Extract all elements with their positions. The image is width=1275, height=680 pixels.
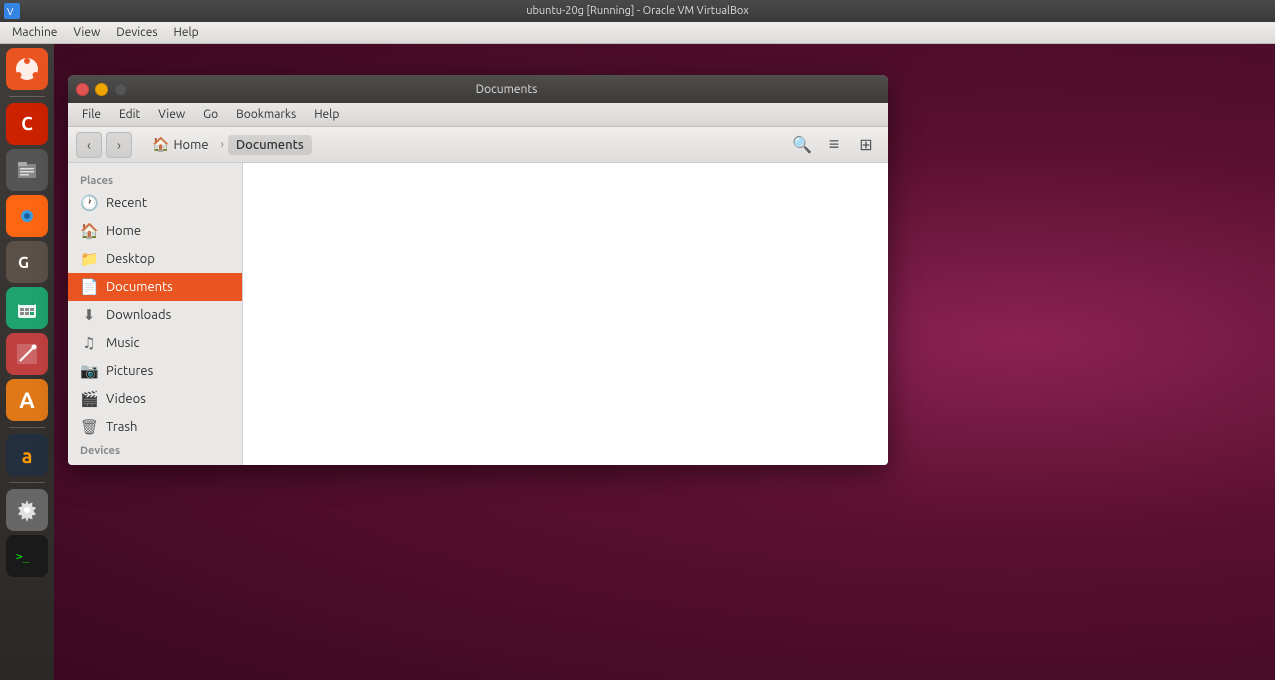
taskbar-icon-texteditor[interactable]: A — [6, 379, 48, 421]
videos-icon: 🎬 — [80, 390, 98, 408]
main-content: Places 🕐 Recent 🏠 Home 📁 Desktop 📄 Docum… — [68, 163, 888, 465]
music-label: Music — [106, 336, 140, 350]
nautilus-menu-go[interactable]: Go — [195, 106, 226, 123]
window-maximize-button[interactable] — [114, 83, 127, 96]
taskbar: C G — [0, 44, 54, 680]
desktop-label: Desktop — [106, 252, 155, 266]
documents-icon: 📄 — [80, 278, 98, 296]
toolbar-actions: 🔍 ≡ ⊞ — [788, 131, 880, 159]
sidebar-item-desktop[interactable]: 📁 Desktop — [68, 245, 242, 273]
window-minimize-button[interactable] — [95, 83, 108, 96]
svg-text:>_: >_ — [16, 550, 30, 563]
places-section-label: Places — [68, 171, 242, 189]
grid-view-button[interactable]: ⊞ — [852, 131, 880, 159]
sidebar-item-vboxadditions[interactable]: 💿 VBOXADDITIO... ⏏ — [68, 459, 242, 465]
nautilus-menu-help[interactable]: Help — [306, 106, 347, 123]
taskbar-icon-draw[interactable] — [6, 333, 48, 375]
vbox-menu-devices[interactable]: Devices — [108, 24, 165, 41]
taskbar-divider-2 — [9, 427, 45, 428]
breadcrumb-documents[interactable]: Documents — [228, 135, 312, 155]
sidebar-item-music[interactable]: ♫ Music — [68, 329, 242, 357]
trash-icon: 🗑 — [80, 418, 98, 436]
sidebar-item-trash[interactable]: 🗑 Trash — [68, 413, 242, 441]
svg-text:V: V — [7, 6, 14, 17]
search-icon: 🔍 — [792, 135, 812, 155]
grid-view-icon: ⊞ — [859, 135, 872, 155]
taskbar-divider-3 — [9, 482, 45, 483]
vbox-menu-machine[interactable]: Machine — [4, 24, 65, 41]
recent-label: Recent — [106, 196, 147, 210]
taskbar-icon-ubuntu[interactable] — [6, 48, 48, 90]
sidebar-item-downloads[interactable]: ⬇ Downloads — [68, 301, 242, 329]
recent-icon: 🕐 — [80, 194, 98, 212]
downloads-label: Downloads — [106, 308, 171, 322]
window-title-text: Documents — [133, 83, 880, 96]
taskbar-divider-1 — [9, 96, 45, 97]
sidebar-item-videos[interactable]: 🎬 Videos — [68, 385, 242, 413]
nautilus-menu-file[interactable]: File — [74, 106, 109, 123]
breadcrumb-home[interactable]: 🏠 Home — [144, 133, 217, 156]
nautilus-menu-bookmarks[interactable]: Bookmarks — [228, 106, 304, 123]
window-titlebar: Documents — [68, 75, 888, 103]
pictures-label: Pictures — [106, 364, 153, 378]
taskbar-icon-amazon[interactable]: a — [6, 434, 48, 476]
virtualbox-titlebar: V ubuntu-20g [Running] - Oracle VM Virtu… — [0, 0, 1275, 22]
taskbar-icon-settings[interactable] — [6, 489, 48, 531]
taskbar-icon-terminal[interactable]: >_ — [6, 535, 48, 577]
home-label: Home — [173, 138, 208, 152]
virtualbox-menubar: Machine View Devices Help — [0, 22, 1275, 44]
sidebar-item-pictures[interactable]: 📷 Pictures — [68, 357, 242, 385]
toolbar: ‹ › 🏠 Home › Documents 🔍 ≡ ⊞ — [68, 127, 888, 163]
forward-icon: › — [117, 137, 121, 153]
nautilus-menubar: File Edit View Go Bookmarks Help — [68, 103, 888, 127]
home-sidebar-icon: 🏠 — [80, 222, 98, 240]
nautilus-menu-view[interactable]: View — [150, 106, 193, 123]
breadcrumb: 🏠 Home › Documents — [136, 133, 784, 156]
documents-label: Documents — [236, 138, 304, 152]
desktop-icon: 📁 — [80, 250, 98, 268]
sidebar-item-documents[interactable]: 📄 Documents — [68, 273, 242, 301]
pictures-icon: 📷 — [80, 362, 98, 380]
taskbar-icon-clamav[interactable]: C — [6, 103, 48, 145]
taskbar-icon-gimp[interactable]: G — [6, 241, 48, 283]
virtualbox-icon: V — [4, 3, 20, 19]
videos-label: Videos — [106, 392, 146, 406]
devices-section-label: Devices — [68, 441, 242, 459]
taskbar-icon-firefox[interactable] — [6, 195, 48, 237]
breadcrumb-separator: › — [221, 138, 224, 151]
sidebar-item-recent[interactable]: 🕐 Recent — [68, 189, 242, 217]
vboxadditions-icon: 💿 — [80, 464, 98, 465]
taskbar-icon-files[interactable] — [6, 149, 48, 191]
file-manager-window: Documents File Edit View Go Bookmarks He… — [68, 75, 888, 465]
home-icon: 🏠 — [152, 136, 169, 153]
svg-text:G: G — [18, 254, 29, 272]
documents-label: Documents — [106, 280, 173, 294]
list-view-icon: ≡ — [829, 134, 840, 155]
forward-button[interactable]: › — [106, 132, 132, 158]
back-icon: ‹ — [87, 137, 91, 153]
sidebar: Places 🕐 Recent 🏠 Home 📁 Desktop 📄 Docum… — [68, 163, 243, 465]
taskbar-icon-calc[interactable] — [6, 287, 48, 329]
vbox-menu-view[interactable]: View — [65, 24, 108, 41]
back-button[interactable]: ‹ — [76, 132, 102, 158]
downloads-icon: ⬇ — [80, 306, 98, 324]
home-label: Home — [106, 224, 141, 238]
sidebar-item-home[interactable]: 🏠 Home — [68, 217, 242, 245]
nautilus-menu-edit[interactable]: Edit — [111, 106, 148, 123]
search-button[interactable]: 🔍 — [788, 131, 816, 159]
trash-label: Trash — [106, 420, 137, 434]
list-view-button[interactable]: ≡ — [820, 131, 848, 159]
vbox-menu-help[interactable]: Help — [166, 24, 207, 41]
file-pane[interactable] — [243, 163, 888, 465]
virtualbox-title-text: ubuntu-20g [Running] - Oracle VM Virtual… — [526, 5, 749, 17]
music-icon: ♫ — [80, 334, 98, 352]
window-close-button[interactable] — [76, 83, 89, 96]
